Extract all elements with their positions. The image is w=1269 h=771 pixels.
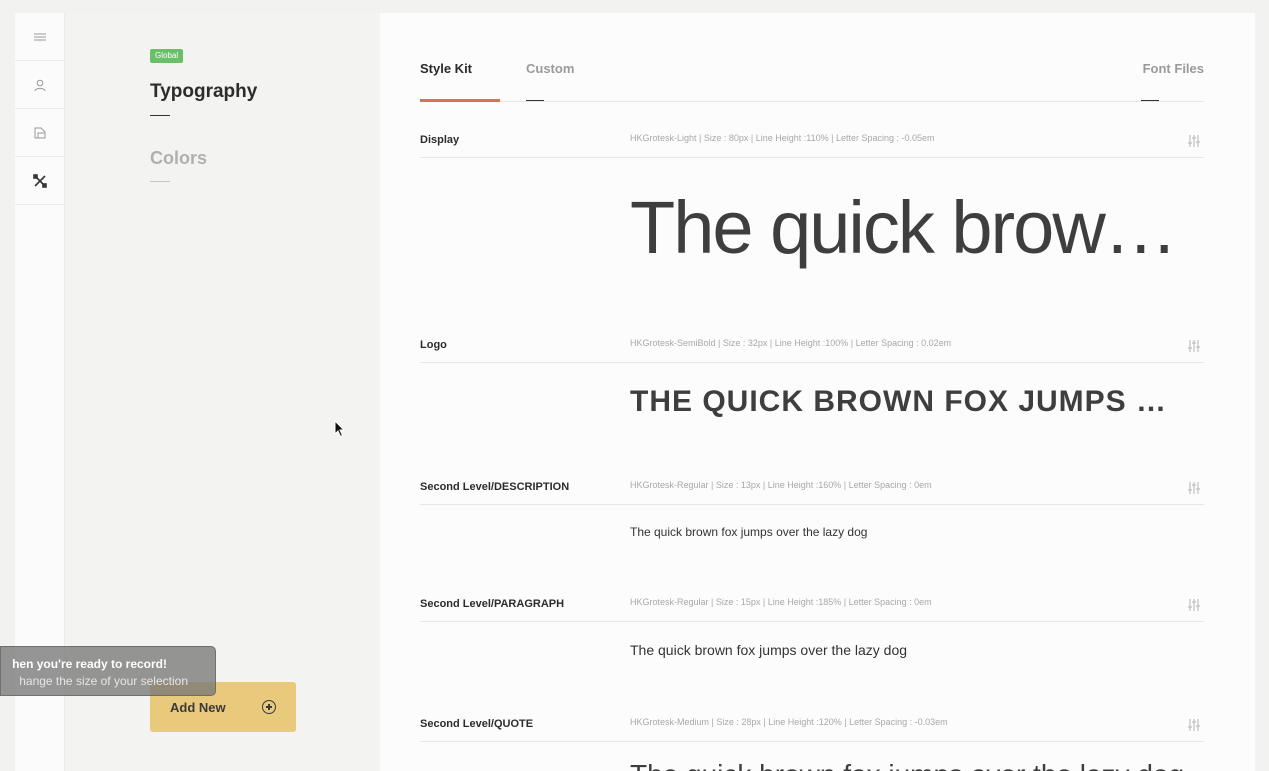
- style-kit-panel: Style Kit Custom Font Files Display HKGr…: [380, 13, 1255, 771]
- style-sample-logo: THE QUICK BROWN FOX JUMPS OVER THE LAZY …: [630, 385, 1185, 418]
- style-meta: HKGrotesk-Regular | Size : 15px | Line H…: [630, 597, 932, 607]
- settings-sliders-icon[interactable]: [1188, 481, 1200, 495]
- style-meta: HKGrotesk-Medium | Size : 28px | Line He…: [630, 717, 948, 727]
- settings-sliders-icon[interactable]: [1188, 718, 1200, 732]
- style-row-description[interactable]: Second Level/DESCRIPTION HKGrotesk-Regul…: [420, 472, 1204, 505]
- style-label: Display: [420, 134, 460, 146]
- plus-circle-icon: [262, 700, 276, 714]
- style-row-quote[interactable]: Second Level/QUOTE HKGrotesk-Medium | Si…: [420, 709, 1204, 742]
- tab-bar: Style Kit Custom Font Files: [420, 13, 1204, 102]
- custom-tab-underline: [526, 100, 544, 101]
- style-row-logo[interactable]: Logo HKGrotesk-SemiBold | Size : 32px | …: [420, 330, 1204, 363]
- style-row-display[interactable]: Display HKGrotesk-Light | Size : 80px | …: [420, 125, 1204, 158]
- style-meta: HKGrotesk-Regular | Size : 13px | Line H…: [630, 480, 932, 490]
- tab-font-files[interactable]: Font Files: [1143, 61, 1204, 76]
- colors-underline: [150, 181, 170, 182]
- style-sample-description: The quick brown fox jumps over the lazy …: [630, 525, 868, 539]
- colors-link[interactable]: Colors: [150, 148, 207, 169]
- typography-underline: [150, 115, 170, 116]
- style-row-paragraph[interactable]: Second Level/PARAGRAPH HKGrotesk-Regular…: [420, 589, 1204, 622]
- style-sample-paragraph: The quick brown fox jumps over the lazy …: [630, 642, 908, 658]
- rail-item-pages[interactable]: [15, 109, 64, 157]
- settings-sliders-icon[interactable]: [1188, 339, 1200, 353]
- record-tooltip-title: hen you're ready to record!: [12, 657, 167, 671]
- tab-custom[interactable]: Custom: [526, 61, 574, 76]
- style-meta: HKGrotesk-SemiBold | Size : 32px | Line …: [630, 338, 952, 348]
- style-label: Logo: [420, 339, 447, 351]
- style-label: Second Level/QUOTE: [420, 718, 534, 730]
- mouse-cursor-icon: [334, 420, 346, 438]
- settings-sliders-icon[interactable]: [1188, 134, 1200, 148]
- style-label: Second Level/PARAGRAPH: [420, 598, 565, 610]
- tab-style-kit[interactable]: Style Kit: [420, 61, 472, 76]
- font-files-tab-underline: [1141, 100, 1159, 101]
- record-tooltip: hen you're ready to record! hange the si…: [0, 646, 216, 696]
- global-badge: Global: [150, 49, 184, 63]
- pages-icon: [34, 127, 45, 138]
- design-tools-icon: [32, 173, 47, 188]
- list-icon: [33, 33, 46, 40]
- typography-heading[interactable]: Typography: [150, 81, 257, 103]
- rail-item-design[interactable]: [15, 157, 64, 205]
- style-sample-display: The quick brown fox jumps over the lazy …: [630, 186, 1185, 269]
- record-tooltip-hint: hange the size of your selection: [19, 674, 188, 688]
- style-label: Second Level/DESCRIPTION: [420, 481, 570, 493]
- user-icon: [34, 79, 45, 91]
- style-sample-quote: The quick brown fox jumps over the lazy …: [630, 759, 1185, 771]
- style-meta: HKGrotesk-Light | Size : 80px | Line Hei…: [630, 133, 935, 143]
- add-new-label: Add New: [170, 699, 226, 715]
- rail-item-user[interactable]: [15, 61, 64, 109]
- active-tab-indicator: [420, 99, 500, 102]
- rail-item-list[interactable]: [15, 13, 64, 61]
- settings-sliders-icon[interactable]: [1188, 598, 1200, 612]
